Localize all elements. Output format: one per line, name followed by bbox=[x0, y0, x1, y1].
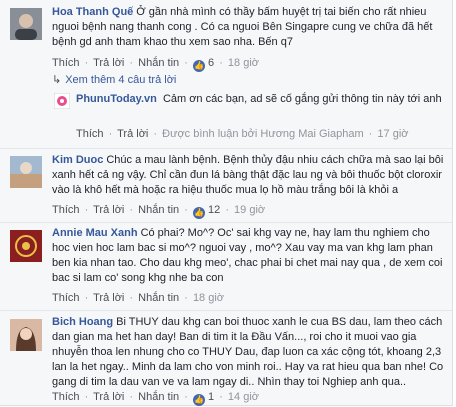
comment-actions: Thích · Trả lời · Nhắn tin · 👍 1 · 14 gi… bbox=[52, 390, 259, 406]
separator-dot: · bbox=[84, 57, 89, 69]
comment-actions: Thích · Trả lời · Nhắn tin · 18 giờ bbox=[52, 291, 224, 305]
comment-author[interactable]: Annie Mau Xanh bbox=[52, 227, 138, 239]
like-count[interactable]: 12 bbox=[208, 204, 220, 216]
thumbs-up-icon[interactable]: 👍 bbox=[192, 394, 205, 406]
like-link[interactable]: Thích bbox=[76, 128, 104, 140]
avatar[interactable] bbox=[10, 156, 42, 188]
reply-actions: Thích · Trả lời · Được bình luận bởi Hươ… bbox=[76, 127, 409, 141]
separator-dot: · bbox=[184, 57, 188, 69]
avatar[interactable] bbox=[10, 319, 42, 351]
page-avatar[interactable] bbox=[54, 93, 70, 109]
separator-dot: · bbox=[129, 204, 134, 216]
divider bbox=[0, 148, 452, 149]
comment-body: Kim Duoc Chúc a mau lành bệnh. Bệnh thủy … bbox=[52, 153, 444, 198]
comment-body: Hoa Thanh Quế Ở gần nhà mình có thầy bấm … bbox=[52, 5, 444, 50]
separator-dot: · bbox=[219, 391, 223, 403]
message-link[interactable]: Nhắn tin bbox=[138, 204, 179, 216]
comment-author[interactable]: Bich Hoang bbox=[52, 316, 113, 328]
comment-author[interactable]: Hoa Thanh Quế bbox=[52, 6, 133, 18]
reply-link[interactable]: Trả lời bbox=[93, 391, 124, 403]
reply-arrow-icon: ↳ bbox=[52, 74, 62, 86]
divider bbox=[0, 222, 452, 223]
avatar[interactable] bbox=[10, 230, 42, 262]
like-count[interactable]: 1 bbox=[208, 391, 214, 403]
reply-author[interactable]: PhunuToday.vn bbox=[76, 93, 157, 105]
reply-text: Cảm ơn các bạn, ad sẽ cố gắng gửi thông … bbox=[162, 93, 442, 105]
reply-link[interactable]: Trả lời bbox=[93, 57, 124, 69]
reply-body: PhunuToday.vn Cảm ơn các bạn, ad sẽ cố g… bbox=[76, 92, 442, 107]
like-count[interactable]: 6 bbox=[208, 57, 214, 69]
message-link[interactable]: Nhắn tin bbox=[138, 292, 179, 304]
divider bbox=[0, 310, 452, 311]
like-link[interactable]: Thích bbox=[52, 292, 80, 304]
comment-body: Bich Hoang Bi THUY dau khg can boi thuoc … bbox=[52, 315, 444, 390]
separator-dot: · bbox=[225, 204, 229, 216]
separator-dot: · bbox=[108, 128, 113, 140]
like-link[interactable]: Thích bbox=[52, 57, 80, 69]
like-link[interactable]: Thích bbox=[52, 204, 80, 216]
separator-dot: · bbox=[84, 391, 89, 403]
timestamp[interactable]: 18 giờ bbox=[193, 292, 224, 304]
separator-dot: · bbox=[219, 57, 223, 69]
separator-dot: · bbox=[184, 204, 188, 216]
reply-link[interactable]: Trả lời bbox=[93, 292, 124, 304]
like-link[interactable]: Thích bbox=[52, 391, 80, 403]
reply-link[interactable]: Trả lời bbox=[117, 128, 148, 140]
timestamp[interactable]: 14 giờ bbox=[228, 391, 259, 403]
timestamp[interactable]: 18 giờ bbox=[228, 57, 259, 69]
separator-dot: · bbox=[153, 128, 158, 140]
separator-dot: · bbox=[129, 57, 134, 69]
separator-dot: · bbox=[184, 292, 188, 304]
comment-body: Annie Mau Xanh Có phai? Mo^? Oc' sai khg … bbox=[52, 226, 444, 286]
comment-text: Chúc a mau lành bệnh. Bệnh thủy đậu nhiu… bbox=[52, 154, 444, 196]
view-more-replies-label[interactable]: Xem thêm 4 câu trả lời bbox=[65, 74, 176, 86]
comment-panel: Hoa Thanh Quế Ở gần nhà mình có thầy bấm … bbox=[0, 0, 453, 406]
separator-dot: · bbox=[368, 128, 373, 140]
view-more-replies[interactable]: ↳ Xem thêm 4 câu trả lời bbox=[52, 73, 176, 86]
message-link[interactable]: Nhắn tin bbox=[138, 391, 179, 403]
separator-dot: · bbox=[84, 204, 89, 216]
separator-dot: · bbox=[184, 391, 188, 403]
separator-dot: · bbox=[129, 391, 134, 403]
separator-dot: · bbox=[129, 292, 134, 304]
separator-dot: · bbox=[84, 292, 89, 304]
timestamp[interactable]: 17 giờ bbox=[377, 128, 408, 140]
comment-author[interactable]: Kim Duoc bbox=[52, 154, 103, 166]
avatar[interactable] bbox=[10, 8, 42, 40]
comment-actions: Thích · Trả lời · Nhắn tin · 👍 6 · 18 gi… bbox=[52, 56, 259, 72]
message-link[interactable]: Nhắn tin bbox=[138, 57, 179, 69]
timestamp[interactable]: 19 giờ bbox=[234, 204, 265, 216]
reply-link[interactable]: Trả lời bbox=[93, 204, 124, 216]
thumbs-up-icon[interactable]: 👍 bbox=[192, 207, 205, 219]
comment-actions: Thích · Trả lời · Nhắn tin · 👍 12 · 19 g… bbox=[52, 203, 265, 219]
commented-by-label[interactable]: Được bình luận bởi Hương Mai Giapham bbox=[162, 128, 363, 140]
thumbs-up-icon[interactable]: 👍 bbox=[192, 60, 205, 72]
